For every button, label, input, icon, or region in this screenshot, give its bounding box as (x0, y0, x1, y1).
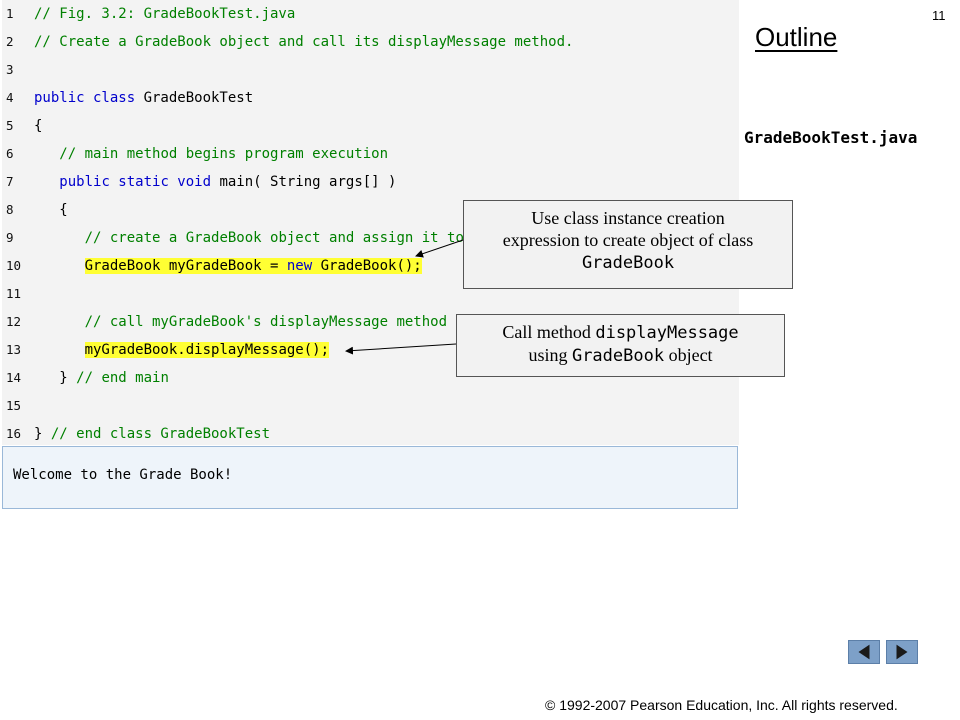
line-number: 3 (6, 62, 14, 77)
next-slide-button[interactable] (886, 640, 918, 664)
code-token: // main method begins program execution (59, 146, 389, 162)
triangle-right-icon (896, 644, 908, 660)
callout-code-displaymessage: displayMessage (595, 323, 739, 343)
line-number: 11 (6, 286, 22, 301)
code-token: // Create a GradeBook object and call it… (34, 34, 574, 50)
file-name-label: GradeBookTest.java (744, 128, 918, 147)
code-text: GradeBook myGradeBook = new GradeBook(); (34, 255, 422, 277)
code-token: { (34, 118, 43, 134)
line-number: 9 (6, 230, 14, 245)
code-token: // end main (76, 370, 169, 386)
page-number: 11 (932, 8, 946, 23)
outline-title[interactable]: Outline (755, 22, 837, 53)
line-number: 5 (6, 118, 14, 133)
code-token: public static void (59, 174, 220, 190)
line-number: 2 (6, 34, 14, 49)
callout-instance-creation: Use class instance creation expression t… (463, 200, 793, 289)
code-token: myGradeBook.displayMessage(); (84, 342, 330, 358)
triangle-left-icon (858, 644, 870, 660)
code-token: GradeBookTest (143, 90, 254, 106)
code-text: // main method begins program execution (34, 143, 388, 165)
line-number: 16 (6, 426, 22, 441)
code-token: // end class GradeBookTest (50, 426, 271, 442)
previous-slide-button[interactable] (848, 640, 880, 664)
line-number: 14 (6, 370, 22, 385)
code-token: new (286, 258, 321, 274)
callout-display-message: Call method displayMessage using GradeBo… (456, 314, 785, 377)
callout-code-gradebook: GradeBook (581, 253, 675, 273)
code-token: } (34, 426, 51, 442)
line-number: 6 (6, 146, 14, 161)
line-number: 4 (6, 90, 14, 105)
line-number: 15 (6, 398, 22, 413)
code-text: { (34, 115, 42, 137)
line-number: 7 (6, 174, 14, 189)
code-token: // call myGradeBook's displayMessage met… (84, 314, 448, 330)
callout-text-prefix: Call method (502, 322, 596, 342)
code-text: public static void main( String args[] ) (34, 171, 396, 193)
code-token: } (34, 370, 77, 386)
callout-code-gradebook-2: GradeBook (571, 346, 665, 366)
code-text: { (34, 199, 68, 221)
code-token: // Fig. 3.2: GradeBookTest.java (34, 6, 296, 22)
line-number: 1 (6, 6, 14, 21)
code-token: { (34, 202, 68, 218)
callout-text-line1: Use class instance creation (531, 208, 725, 228)
line-number: 8 (6, 202, 14, 217)
program-output-box: Welcome to the Grade Book! (2, 446, 738, 509)
code-text: // call myGradeBook's displayMessage met… (34, 311, 447, 333)
code-text: // Fig. 3.2: GradeBookTest.java (34, 3, 295, 25)
code-text: public class GradeBookTest (34, 87, 253, 109)
copyright-notice: © 1992-2007 Pearson Education, Inc. All … (545, 697, 898, 713)
code-token: GradeBook myGradeBook = (84, 258, 287, 274)
code-token: main( String args[] ) (219, 174, 397, 190)
line-number: 12 (6, 314, 22, 329)
code-text: // Create a GradeBook object and call it… (34, 31, 573, 53)
code-text: } // end main (34, 367, 169, 389)
callout-text-line2: expression to create object of class (502, 230, 754, 250)
line-number: 13 (6, 342, 22, 357)
callout-text-using: using (528, 345, 572, 365)
code-token: GradeBook(); (320, 258, 422, 274)
callout-text-suffix: object (664, 345, 713, 365)
code-text: } // end class GradeBookTest (34, 423, 270, 445)
program-output-text: Welcome to the Grade Book! (13, 467, 233, 483)
line-number: 10 (6, 258, 22, 273)
code-text: myGradeBook.displayMessage(); (34, 339, 330, 361)
code-token: public class (34, 90, 144, 106)
